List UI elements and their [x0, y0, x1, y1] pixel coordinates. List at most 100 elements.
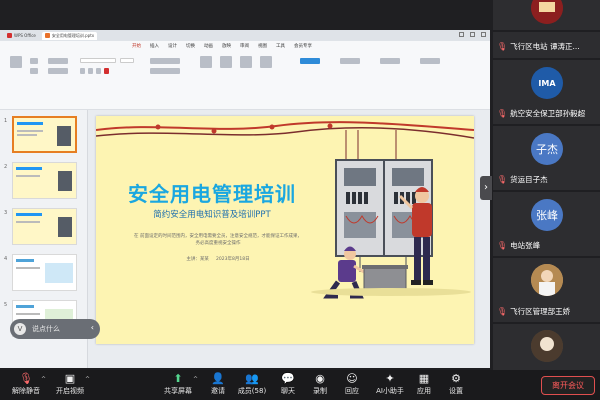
- unmute-button[interactable]: 🎙 解除静音 ^: [6, 372, 46, 400]
- thumb-illustration: [57, 126, 71, 146]
- participant-list: 🎙 飞行区电站 谭涛正... IMA 🎙 航空安全保卫部孙毅超 子杰 🎙 货运目…: [493, 0, 600, 370]
- participant-avatar: [531, 0, 563, 24]
- slide-meta: 主讲：某某 2023年8月18日: [132, 256, 304, 262]
- participant-tile[interactable]: 🎙 飞行区电站 谭涛正...: [493, 32, 600, 58]
- participant-tile[interactable]: 子杰 🎙 货运目子杰: [493, 126, 600, 190]
- replace-icon[interactable]: [260, 56, 272, 68]
- ppt-file-icon: [44, 33, 50, 38]
- menu-item-design[interactable]: 设计: [168, 43, 177, 49]
- collab-icon[interactable]: [380, 58, 400, 64]
- font-color-icon[interactable]: [104, 68, 109, 74]
- menu-item-transition[interactable]: 切换: [186, 43, 195, 49]
- font-size-select[interactable]: [120, 58, 134, 63]
- thumb-illustration: [45, 263, 73, 283]
- participant-name: 航空安全保卫部孙毅超: [510, 109, 586, 118]
- thumb-line: [16, 267, 40, 269]
- react-button[interactable]: ☺ 回应: [332, 372, 372, 400]
- thumb-title-bar: [16, 259, 34, 262]
- close-icon[interactable]: [481, 32, 486, 37]
- maximize-icon[interactable]: [470, 32, 475, 37]
- participant-avatar: 子杰: [531, 133, 563, 165]
- chevron-right-icon[interactable]: ›: [480, 176, 492, 200]
- slide-thumbnail-2[interactable]: [12, 162, 77, 199]
- new-slide-icon[interactable]: [10, 56, 22, 68]
- menu-item-home[interactable]: 开始: [132, 43, 141, 49]
- avatar-photo-icon: [531, 0, 563, 24]
- settings-label: 设置: [449, 387, 463, 395]
- app-tab-wps[interactable]: WPS Office: [4, 32, 39, 40]
- font-family-select[interactable]: [80, 58, 116, 63]
- menu-item-insert[interactable]: 插入: [150, 43, 159, 49]
- chevron-up-icon[interactable]: ^: [85, 376, 90, 383]
- slide-body-text: 在 前面设定的时间范围内，安全用电需要全员，注意安全规范，才能保证工作成果，务必…: [134, 234, 302, 246]
- menu-item-review[interactable]: 审阅: [240, 43, 249, 49]
- participant-name: 电站张峰: [510, 241, 541, 250]
- slide-thumbnail-4[interactable]: [12, 254, 77, 291]
- reset-icon[interactable]: [48, 68, 68, 74]
- members-button[interactable]: 👥 成员(58): [232, 372, 272, 400]
- arrange-icon[interactable]: [240, 56, 252, 68]
- slide-editor: 安全用电管理培训 简约安全用电知识普及培训PPT 在 前面设定的时间范围内，安全…: [88, 110, 490, 368]
- comment-bubble[interactable]: V 说点什么 ‹: [10, 319, 100, 339]
- slide-illustration: [96, 121, 474, 299]
- shape-icon[interactable]: [220, 56, 232, 68]
- thumb-line: [16, 175, 40, 177]
- thumb-title-bar: [16, 167, 42, 170]
- bold-icon[interactable]: [80, 68, 85, 74]
- unmute-label: 解除静音: [12, 387, 40, 395]
- layout-icon[interactable]: [48, 58, 68, 64]
- participant-avatar: IMA: [531, 67, 563, 99]
- participant-tile[interactable]: 🎙 飞行区管理部王娇: [493, 258, 600, 322]
- paragraph-align-group[interactable]: [150, 58, 180, 64]
- mic-muted-icon: 🎙: [497, 175, 508, 184]
- menu-item-slideshow[interactable]: 放映: [222, 43, 231, 49]
- share-doc-icon[interactable]: [340, 58, 360, 64]
- participant-tile[interactable]: IMA 🎙 航空安全保卫部孙毅超: [493, 60, 600, 124]
- participant-avatar: [531, 264, 563, 296]
- play-slideshow-icon[interactable]: [300, 58, 320, 64]
- app-tab-document[interactable]: 安全用电管理培训.pptx: [41, 31, 98, 40]
- smile-icon: ☺: [346, 372, 358, 385]
- thumb-number: 1: [4, 118, 8, 124]
- chevron-left-icon[interactable]: ‹: [91, 323, 94, 332]
- mic-muted-icon: 🎙: [497, 241, 508, 250]
- shared-screen: WPS Office 安全用电管理培训.pptx 开始 插入 设计 切换 动画 …: [0, 30, 490, 368]
- cut-icon[interactable]: [30, 58, 38, 64]
- leave-meeting-button[interactable]: 离开会议: [541, 376, 595, 395]
- participant-avatar: 张峰: [531, 199, 563, 231]
- paragraph-spacing-group[interactable]: [150, 68, 180, 74]
- slide-thumbnail-1[interactable]: [12, 116, 77, 153]
- participant-name: 飞行区电站 谭涛正...: [510, 42, 580, 51]
- avatar-photo-icon: [531, 264, 563, 296]
- copy-icon[interactable]: [30, 68, 38, 74]
- start-video-button[interactable]: ▣ 开启视频 ^: [50, 372, 90, 400]
- ribbon-menu: 开始 插入 设计 切换 动画 放映 审阅 视图 工具 会员专享: [0, 41, 490, 50]
- chevron-up-icon[interactable]: ^: [41, 376, 46, 383]
- textbox-icon[interactable]: [200, 56, 212, 68]
- gear-icon: ⚙: [451, 372, 461, 385]
- menu-item-tools[interactable]: 工具: [276, 43, 285, 49]
- comment-placeholder: 说点什么: [32, 325, 60, 333]
- participant-tile[interactable]: [493, 324, 600, 370]
- slide-date: 2023年8月18日: [216, 257, 250, 262]
- italic-icon[interactable]: [88, 68, 93, 74]
- members-label: 成员(58): [237, 387, 267, 395]
- share-screen-button[interactable]: ⬆ 共享屏幕 ^: [158, 372, 198, 400]
- wps-logo-icon: [7, 33, 12, 38]
- mic-muted-icon: 🎙: [497, 42, 508, 51]
- minimize-icon[interactable]: [459, 32, 464, 37]
- thumb-number: 5: [4, 302, 8, 308]
- participant-avatar: [531, 330, 563, 362]
- members-icon: 👥: [245, 372, 259, 385]
- slide-canvas[interactable]: 安全用电管理培训 简约安全用电知识普及培训PPT 在 前面设定的时间范围内，安全…: [96, 116, 474, 344]
- participant-tile[interactable]: 张峰 🎙 电站张峰: [493, 192, 600, 256]
- underline-icon[interactable]: [96, 68, 101, 74]
- menu-item-animation[interactable]: 动画: [204, 43, 213, 49]
- export-icon[interactable]: [420, 58, 440, 64]
- slide-presenter: 主讲：某某: [186, 257, 209, 262]
- settings-button[interactable]: ⚙ 设置: [436, 372, 476, 400]
- slide-thumbnail-3[interactable]: [12, 208, 77, 245]
- menu-item-view[interactable]: 视图: [258, 43, 267, 49]
- participant-tile[interactable]: [493, 0, 600, 30]
- menu-item-vip[interactable]: 会员专享: [294, 43, 312, 49]
